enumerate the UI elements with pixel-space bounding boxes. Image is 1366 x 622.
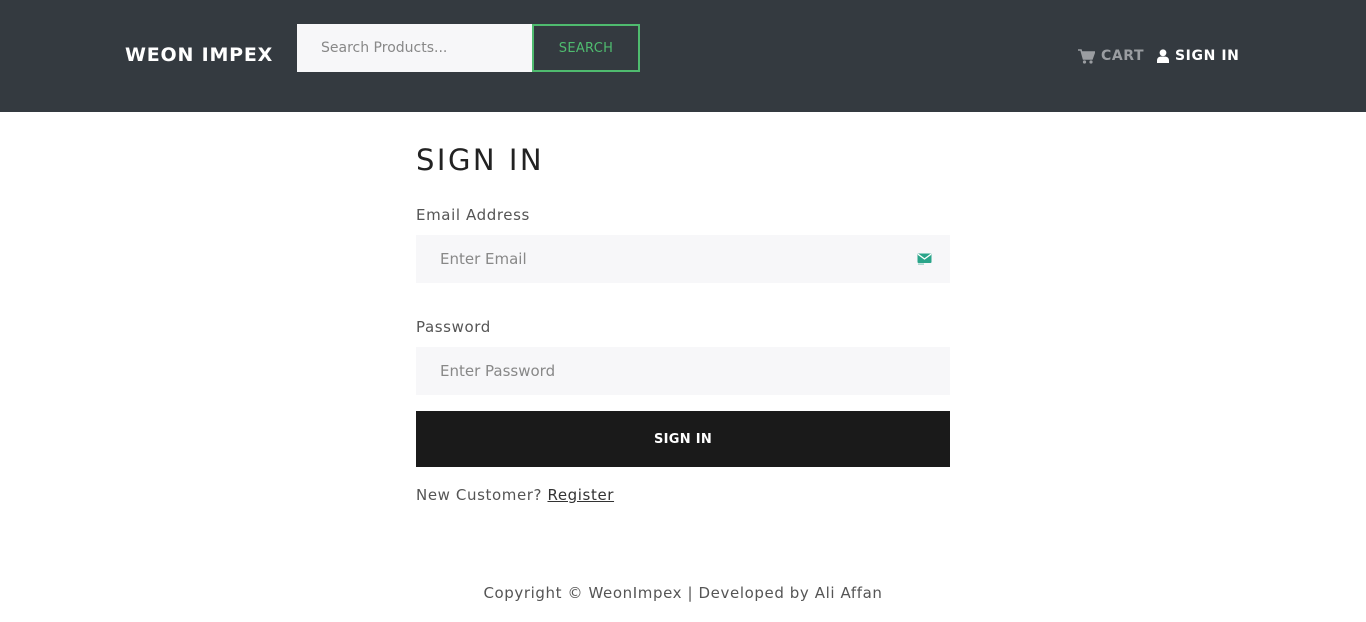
- password-field[interactable]: [416, 347, 950, 395]
- nav-signin-label: SIGN IN: [1175, 48, 1240, 64]
- nav-cart-label: CART: [1101, 48, 1145, 64]
- brand-logo[interactable]: WEON IMPEX: [125, 42, 273, 68]
- nav-cart-link[interactable]: CART: [1078, 46, 1144, 66]
- cart-icon: [1078, 48, 1095, 64]
- page-title: SIGN IN: [416, 143, 545, 177]
- register-link[interactable]: Register: [547, 486, 614, 504]
- password-label: Password: [416, 318, 491, 336]
- search-button[interactable]: SEARCH: [532, 24, 640, 72]
- nav-signin-link[interactable]: SIGN IN: [1157, 46, 1240, 66]
- envelope-icon: [917, 253, 932, 265]
- new-customer-text: New Customer?: [416, 486, 543, 504]
- new-customer-line: New Customer? Register: [416, 485, 614, 505]
- user-icon: [1157, 49, 1169, 63]
- footer: Copyright © WeonImpex | Developed by Ali…: [0, 583, 1366, 603]
- signin-button[interactable]: SIGN IN: [416, 411, 950, 467]
- email-label: Email Address: [416, 206, 530, 224]
- search-input[interactable]: [297, 24, 533, 72]
- navbar: WEON IMPEX SEARCH CART SIGN IN: [0, 0, 1366, 112]
- copyright-text: Copyright © WeonImpex | Developed by Ali…: [483, 584, 883, 602]
- email-field[interactable]: [416, 235, 950, 283]
